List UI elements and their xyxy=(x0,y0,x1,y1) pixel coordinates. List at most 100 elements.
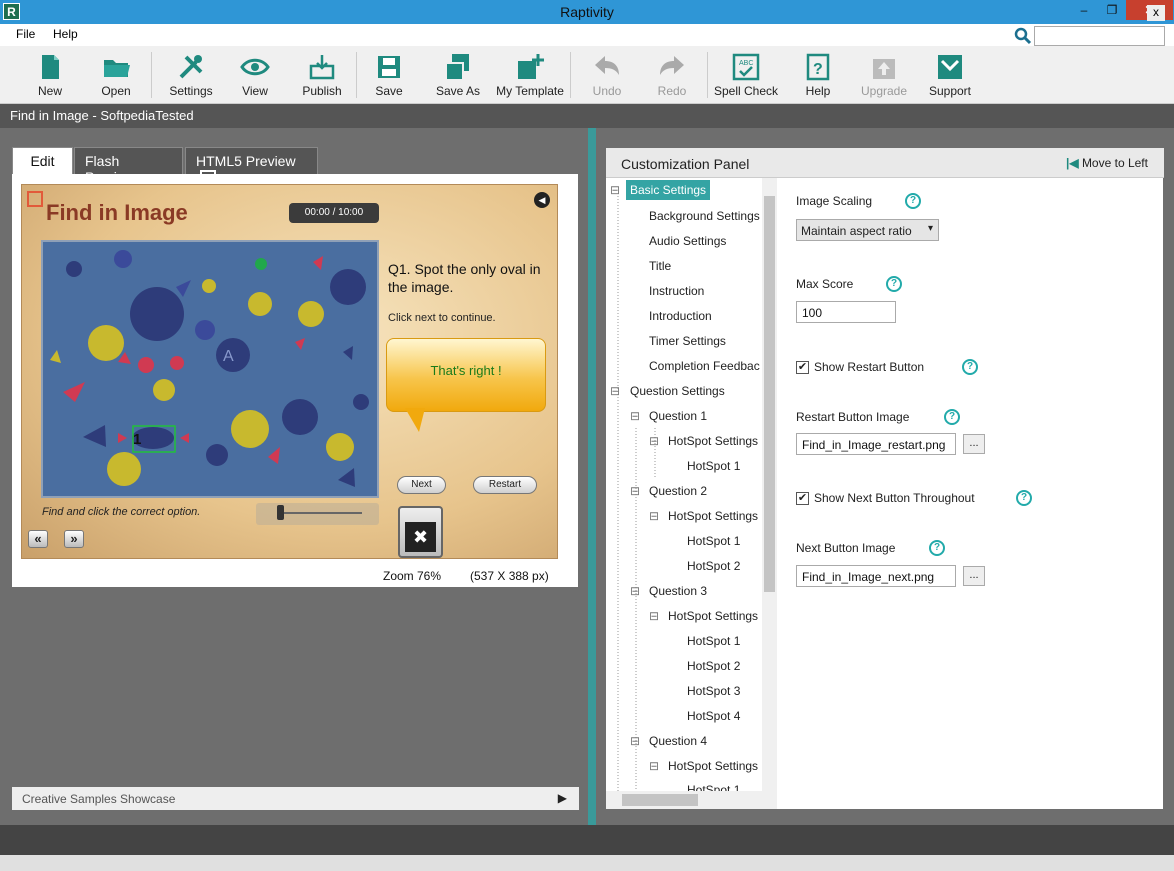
next-nav-button[interactable]: » xyxy=(64,530,84,548)
collapse-icon[interactable]: ⊟ xyxy=(630,409,640,423)
next-image-input[interactable]: Find_in_Image_next.png xyxy=(796,565,956,587)
help-icon[interactable]: ? xyxy=(944,409,960,425)
my-template-icon xyxy=(518,54,544,79)
collapse-icon[interactable]: ⊟ xyxy=(630,584,640,598)
image-scaling-select[interactable]: Maintain aspect ratio ▾ xyxy=(796,219,939,241)
play-icon[interactable]: ▶ xyxy=(558,791,567,805)
close-document-button[interactable]: x xyxy=(1147,5,1165,21)
tree-item-instruction[interactable]: Instruction xyxy=(649,284,704,298)
tree-item-hotspot-settings[interactable]: HotSpot Settings xyxy=(668,509,758,523)
slider-thumb[interactable] xyxy=(277,505,284,520)
timer-display: 00:00 / 10:00 xyxy=(289,203,379,223)
tree-item-hotspot[interactable]: HotSpot 3 xyxy=(687,684,740,698)
spell-check-button[interactable]: ABC Spell Check xyxy=(710,50,782,102)
collapse-icon[interactable]: ⊟ xyxy=(610,183,620,197)
collapse-icon[interactable]: ⊟ xyxy=(610,384,620,398)
publish-button[interactable]: Publish xyxy=(290,50,354,102)
spell-check-icon: ABC xyxy=(732,53,760,81)
undo-button[interactable]: Undo xyxy=(575,50,639,102)
tab-edit[interactable]: Edit xyxy=(12,147,73,174)
tree-item-question-1[interactable]: Question 1 xyxy=(649,409,707,423)
support-button[interactable]: Support xyxy=(918,50,982,102)
tree-item-basic-settings[interactable]: Basic Settings xyxy=(626,180,711,200)
help-button[interactable]: ? Help xyxy=(786,50,850,102)
tree-item-title[interactable]: Title xyxy=(649,259,671,273)
help-icon[interactable]: ? xyxy=(929,540,945,556)
tree-item-question-2[interactable]: Question 2 xyxy=(649,484,707,498)
upgrade-button[interactable]: Upgrade xyxy=(852,50,916,102)
stage-select-box[interactable] xyxy=(27,191,43,207)
previous-nav-button[interactable]: « xyxy=(28,530,48,548)
tree-item-hotspot[interactable]: HotSpot 1 xyxy=(687,534,740,548)
tree-item-hotspot-settings[interactable]: HotSpot Settings xyxy=(668,609,758,623)
move-to-left-button[interactable]: |◀ Move to Left xyxy=(1066,156,1148,170)
save-as-label: Save As xyxy=(435,84,481,98)
save-button[interactable]: Save xyxy=(357,50,421,102)
tree-horizontal-scrollbar[interactable] xyxy=(606,791,762,809)
menu-help[interactable]: Help xyxy=(53,27,78,41)
stage-tools-button[interactable]: ✖ xyxy=(398,506,443,558)
collapse-icon[interactable]: ⊟ xyxy=(649,759,659,773)
stage-next-button[interactable]: Next xyxy=(397,476,446,494)
open-button[interactable]: Open xyxy=(84,50,148,102)
creative-samples-showcase[interactable]: Creative Samples Showcase ▶ xyxy=(12,787,579,810)
tree-item-hotspot[interactable]: HotSpot 1 xyxy=(687,459,740,473)
help-icon[interactable]: ? xyxy=(962,359,978,375)
stage-zoom-slider[interactable] xyxy=(256,503,379,525)
find-image-picture[interactable]: 1 A xyxy=(41,240,379,498)
collapse-icon[interactable]: ⊟ xyxy=(649,434,659,448)
collapse-icon[interactable]: ⊟ xyxy=(630,734,640,748)
my-template-button[interactable]: My Template xyxy=(494,50,566,102)
next-image-browse-button[interactable]: ... xyxy=(963,566,985,586)
tree-item-question-settings[interactable]: Question Settings xyxy=(630,384,725,398)
instruction-text: Click next to continue. xyxy=(388,312,496,324)
restart-image-browse-button[interactable]: ... xyxy=(963,434,985,454)
tab-flash-preview[interactable]: Flash Preview xyxy=(74,147,183,185)
feedback-bubble[interactable]: That's right ! xyxy=(386,338,546,412)
show-next-checkbox[interactable]: ✔ xyxy=(796,492,809,505)
new-button[interactable]: New xyxy=(18,50,82,102)
question-text[interactable]: Q1. Spot the only oval in the image. xyxy=(388,260,553,296)
minimize-button[interactable]: – xyxy=(1070,0,1098,20)
collapse-icon[interactable]: ⊟ xyxy=(630,484,640,498)
sound-icon[interactable]: ◀ xyxy=(534,192,550,208)
tree-item-introduction[interactable]: Introduction xyxy=(649,309,712,323)
save-as-button[interactable]: Save As xyxy=(426,50,490,102)
help-icon[interactable]: ? xyxy=(905,193,921,209)
pane-splitter[interactable] xyxy=(588,128,596,825)
tree-item-hotspot[interactable]: HotSpot 2 xyxy=(687,559,740,573)
svg-text:?: ? xyxy=(813,61,823,78)
show-restart-checkbox[interactable]: ✔ xyxy=(796,361,809,374)
tree-item-background-settings[interactable]: Background Settings xyxy=(649,209,760,223)
tree-item-hotspot-settings[interactable]: HotSpot Settings xyxy=(668,759,758,773)
tree-scroll-thumb[interactable] xyxy=(764,196,775,592)
settings-button[interactable]: Settings xyxy=(159,50,223,102)
search-icon[interactable] xyxy=(1014,27,1032,45)
tree-item-completion-feedback[interactable]: Completion Feedbac xyxy=(649,359,760,373)
collapse-icon[interactable]: ⊟ xyxy=(649,609,659,623)
tree-item-timer-settings[interactable]: Timer Settings xyxy=(649,334,726,348)
tree-item-hotspot[interactable]: HotSpot 4 xyxy=(687,709,740,723)
stage-title[interactable]: Find in Image xyxy=(46,200,188,226)
tab-html5-preview[interactable]: HTML5 Preview xyxy=(185,147,318,184)
redo-button[interactable]: Redo xyxy=(640,50,704,102)
tree-item-question-3[interactable]: Question 3 xyxy=(649,584,707,598)
publish-label: Publish xyxy=(302,84,342,98)
maximize-button[interactable]: ❐ xyxy=(1098,0,1126,20)
max-score-input[interactable]: 100 xyxy=(796,301,896,323)
tree-item-hotspot[interactable]: HotSpot 1 xyxy=(687,634,740,648)
menu-file[interactable]: File xyxy=(16,27,35,41)
stage-restart-button[interactable]: Restart xyxy=(473,476,537,494)
help-icon[interactable]: ? xyxy=(1016,490,1032,506)
tree-item-hotspot[interactable]: HotSpot 2 xyxy=(687,659,740,673)
search-input[interactable] xyxy=(1034,26,1165,46)
help-icon[interactable]: ? xyxy=(886,276,902,292)
tree-hscroll-thumb[interactable] xyxy=(622,794,698,806)
document-title: Find in Image - SoftpediaTested xyxy=(10,108,194,123)
collapse-icon[interactable]: ⊟ xyxy=(649,509,659,523)
tree-item-hotspot-settings[interactable]: HotSpot Settings xyxy=(668,434,758,448)
tree-item-audio-settings[interactable]: Audio Settings xyxy=(649,234,726,248)
view-button[interactable]: View xyxy=(223,50,287,102)
tree-item-question-4[interactable]: Question 4 xyxy=(649,734,707,748)
restart-image-input[interactable]: Find_in_Image_restart.png xyxy=(796,433,956,455)
